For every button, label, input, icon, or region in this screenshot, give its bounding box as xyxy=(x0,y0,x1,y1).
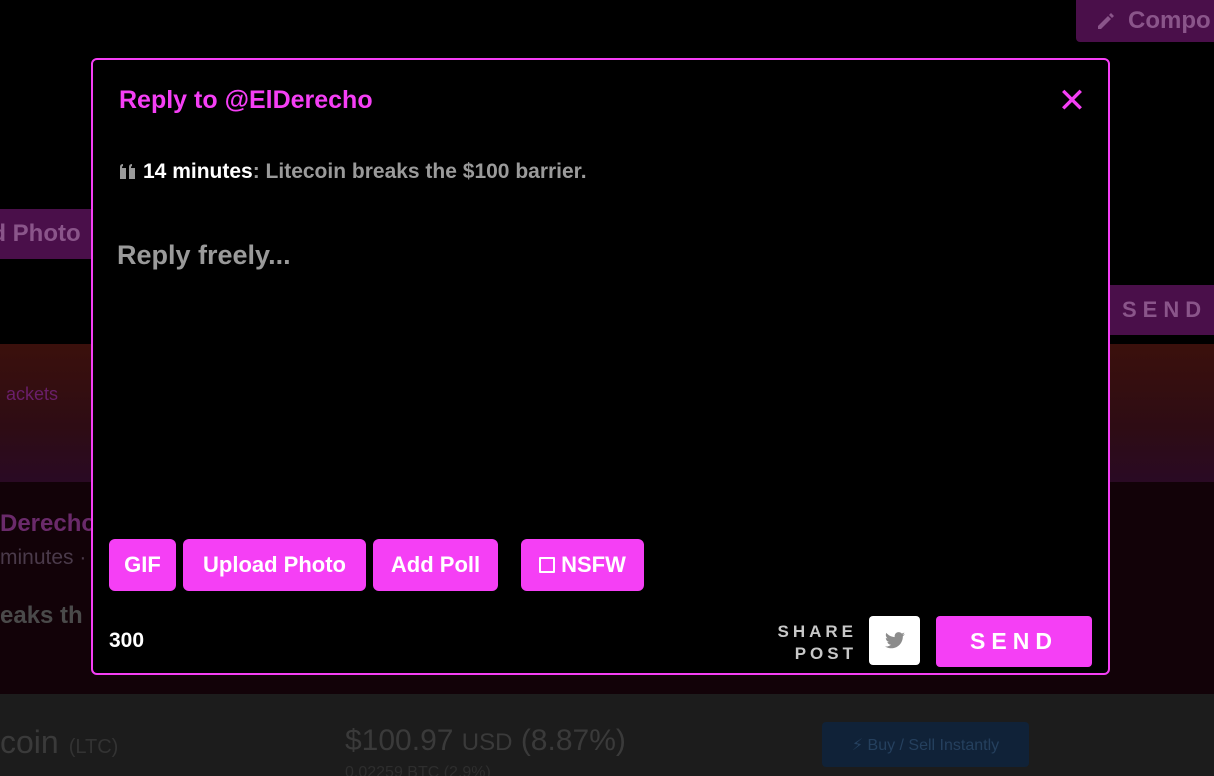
quote-icon xyxy=(120,164,135,179)
send-button[interactable]: SEND xyxy=(936,616,1092,667)
bg-ticker-symbol: (LTC) xyxy=(68,736,119,758)
bg-send-label: SEND xyxy=(1122,297,1208,322)
bg-send-button: SEND xyxy=(1110,285,1214,335)
bg-ticker-name: coin (LTC) xyxy=(0,724,118,761)
reply-modal: Reply to @ElDerecho ✕ 14 minutes: Liteco… xyxy=(91,58,1110,675)
close-icon[interactable]: ✕ xyxy=(1057,84,1087,118)
compose-label: Compo xyxy=(1128,7,1211,34)
bg-ticker-price-value: $100.97 xyxy=(345,724,454,757)
bg-ticker-btc: 0.02259 BTC (2.9%) xyxy=(345,764,491,776)
share-label-line2: POST xyxy=(794,644,857,663)
quote-time: 14 minutes xyxy=(143,160,253,183)
quoted-post: 14 minutes: Litecoin breaks the $100 bar… xyxy=(119,160,587,184)
bg-ticker-coin: coin xyxy=(0,724,59,760)
twitter-icon xyxy=(884,631,905,648)
bg-ticker-currency: USD xyxy=(461,729,513,756)
compose-button: Compo xyxy=(1076,0,1214,42)
bg-upload-photo-label: ad Photo xyxy=(0,220,81,247)
bg-post-meta: minutes · xyxy=(0,546,87,569)
reply-input[interactable] xyxy=(117,240,1077,520)
checkbox-icon xyxy=(539,557,556,573)
upload-photo-button[interactable]: Upload Photo xyxy=(183,539,366,591)
bg-post-text: eaks th xyxy=(0,602,83,629)
share-post-label: SHARE POST xyxy=(773,621,857,665)
quote-separator: : xyxy=(252,160,266,183)
bg-post-author: Derecho xyxy=(0,510,97,537)
character-count: 300 xyxy=(109,629,145,652)
bg-banner-text: ackets xyxy=(6,384,59,404)
twitter-share-button[interactable] xyxy=(869,616,920,665)
gif-button[interactable]: GIF xyxy=(109,539,176,591)
nsfw-label: NSFW xyxy=(561,552,626,577)
share-label-line1: SHARE xyxy=(777,622,857,641)
modal-title: Reply to @ElDerecho xyxy=(119,86,373,114)
bg-buy-sell-button: ⚡ Buy / Sell Instantly xyxy=(822,722,1029,767)
bg-upload-photo-button: ad Photo xyxy=(0,209,100,259)
pencil-icon xyxy=(1098,13,1114,29)
quote-text: Litecoin breaks the $100 barrier. xyxy=(265,160,587,183)
add-poll-button[interactable]: Add Poll xyxy=(373,539,498,591)
nsfw-toggle[interactable]: NSFW xyxy=(521,539,644,591)
bg-ticker-change: (8.87%) xyxy=(520,724,626,757)
bg-ticker-price: $100.97 USD (8.87%) xyxy=(345,724,626,758)
